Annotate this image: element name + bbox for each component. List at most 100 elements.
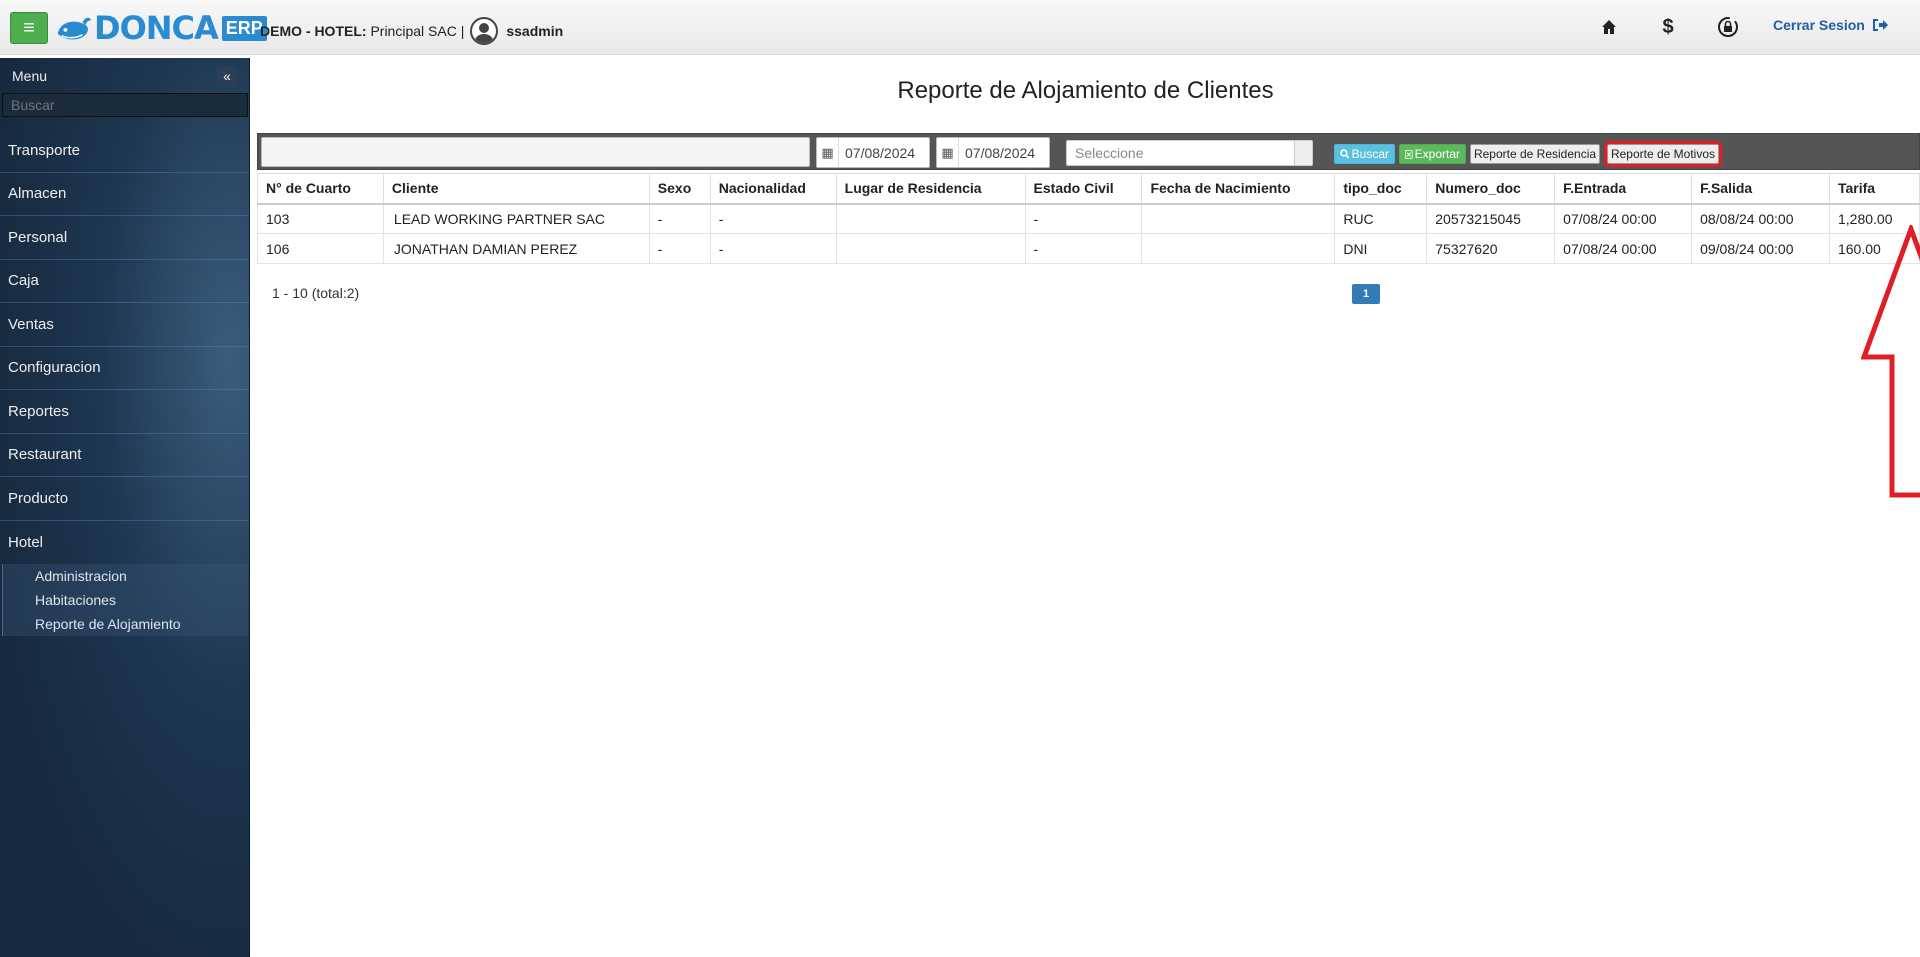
- sidebar-item-label: Ventas: [8, 315, 54, 333]
- submenu-item-habitaciones[interactable]: Habitaciones: [3, 588, 248, 612]
- date-from-field[interactable]: ▦ 07/08/2024: [816, 137, 930, 168]
- table-cell: 75327620: [1426, 233, 1556, 264]
- sidebar-item-label: Personal: [8, 228, 68, 246]
- lock-icon: [1718, 17, 1738, 37]
- company-info: DEMO - HOTEL: Principal SAC | ssadmin: [260, 17, 563, 45]
- motivo-select[interactable]: Seleccione: [1066, 140, 1313, 166]
- calendar-icon: ▦: [937, 138, 959, 167]
- double-chevron-left-icon: «: [223, 67, 231, 84]
- submenu-item-label: Reporte de Alojamiento: [35, 616, 181, 632]
- logo-text: DONCA: [94, 9, 219, 47]
- annotation-arrow-icon: [1861, 225, 1920, 498]
- excel-icon: [1405, 149, 1413, 159]
- column-header[interactable]: tipo_doc: [1334, 173, 1428, 205]
- reporte-motivos-label: Reporte de Motivos: [1610, 147, 1716, 161]
- alojamiento-table: N° de Cuarto Cliente Sexo Nacionalidad L…: [257, 173, 1920, 264]
- home-button[interactable]: [1596, 14, 1622, 40]
- sidebar-item-caja[interactable]: Caja: [0, 260, 249, 303]
- pagination-page-button[interactable]: 1: [1352, 284, 1380, 304]
- submenu-item-administracion[interactable]: Administracion: [3, 564, 248, 588]
- reporte-residencia-button[interactable]: Reporte de Residencia: [1470, 144, 1600, 164]
- column-header[interactable]: Cliente: [382, 173, 650, 205]
- buscar-label: Buscar: [1351, 147, 1389, 161]
- company-prefix: DEMO - HOTEL:: [260, 23, 367, 39]
- sidebar-item-label: Reportes: [8, 402, 69, 420]
- hamburger-menu-button[interactable]: ≡: [10, 12, 48, 44]
- search-icon: [1340, 149, 1350, 159]
- sidebar-header: Menu «: [0, 58, 249, 93]
- logout-link[interactable]: Cerrar Sesion: [1773, 17, 1889, 33]
- collapse-sidebar-button[interactable]: «: [217, 65, 237, 86]
- table-cell: [1141, 233, 1336, 264]
- column-header[interactable]: N° de Cuarto: [257, 173, 384, 205]
- table-row[interactable]: 103 LEAD WORKING PARTNER SAC - - - RUC 2…: [257, 203, 1920, 234]
- select-arrow-icon: [1294, 141, 1312, 165]
- column-header[interactable]: Sexo: [648, 173, 711, 205]
- sidebar-item-transporte[interactable]: Transporte: [0, 129, 249, 173]
- sidebar-item-label: Transporte: [8, 141, 80, 159]
- reporte-residencia-label: Reporte de Residencia: [1473, 147, 1597, 161]
- sidebar-item-almacen[interactable]: Almacen: [0, 173, 249, 216]
- sidebar-item-configuracion[interactable]: Configuracion: [0, 347, 249, 390]
- reporte-motivos-button[interactable]: Reporte de Motivos: [1604, 141, 1722, 167]
- column-header[interactable]: Lugar de Residencia: [835, 173, 1026, 205]
- table-cell: RUC: [1334, 203, 1428, 234]
- sidebar-title: Menu: [12, 67, 48, 84]
- date-to-value: 07/08/2024: [965, 144, 1036, 161]
- app-logo[interactable]: DONCA ERP: [54, 8, 267, 48]
- sidebar-search-input[interactable]: [2, 93, 248, 117]
- lock-button[interactable]: [1715, 14, 1741, 40]
- hotel-submenu: Administracion Habitaciones Reporte de A…: [2, 564, 248, 636]
- submenu-item-label: Habitaciones: [35, 592, 116, 608]
- home-icon: [1602, 20, 1616, 34]
- sidebar-item-ventas[interactable]: Ventas: [0, 303, 249, 347]
- column-header[interactable]: Nacionalidad: [709, 173, 837, 205]
- table-cell: 103: [257, 203, 384, 234]
- table-cell: 09/08/24 00:00: [1691, 233, 1830, 264]
- main-content: Reporte de Alojamiento de Clientes ▦ 07/…: [251, 55, 1920, 957]
- exportar-button[interactable]: Exportar: [1399, 144, 1466, 164]
- buscar-button[interactable]: Buscar: [1334, 144, 1395, 164]
- column-header[interactable]: Numero_doc: [1426, 173, 1556, 205]
- column-header[interactable]: Tarifa: [1828, 173, 1920, 205]
- sidebar-item-reportes[interactable]: Reportes: [0, 390, 249, 434]
- table-cell: [835, 233, 1026, 264]
- whale-logo-icon: [57, 17, 92, 40]
- column-header[interactable]: Fecha de Nacimiento: [1141, 173, 1336, 205]
- column-header[interactable]: Estado Civil: [1024, 173, 1143, 205]
- table-cell: -: [1024, 203, 1143, 234]
- sidebar-item-hotel[interactable]: Hotel: [0, 521, 249, 565]
- top-navbar: ≡ DONCA ERP DEMO - HOTEL: Principal SAC …: [0, 0, 1920, 55]
- sidebar-item-label: Almacen: [8, 185, 67, 203]
- table-cell: 20573215045: [1426, 203, 1556, 234]
- sidebar-item-producto[interactable]: Producto: [0, 477, 249, 521]
- avatar-icon: [470, 17, 499, 45]
- hamburger-icon: ≡: [23, 16, 35, 39]
- cash-button[interactable]: $: [1655, 14, 1681, 40]
- sidebar-item-label: Caja: [8, 272, 39, 290]
- date-to-field[interactable]: ▦ 07/08/2024: [936, 137, 1050, 168]
- username: ssadmin: [506, 23, 564, 39]
- table-cell: 106: [257, 233, 384, 264]
- dollar-icon: $: [1662, 15, 1674, 38]
- sidebar-item-restaurant[interactable]: Restaurant: [0, 434, 249, 477]
- search-client-input[interactable]: [261, 137, 810, 167]
- table-row[interactable]: 106 JONATHAN DAMIAN PEREZ - - - DNI 7532…: [257, 233, 1920, 264]
- sidebar-item-personal[interactable]: Personal: [0, 216, 249, 260]
- table-cell: 07/08/24 00:00: [1554, 203, 1693, 234]
- sidebar-menu: Transporte Almacen Personal Caja Ventas …: [0, 129, 249, 564]
- submenu-item-label: Administracion: [35, 568, 127, 584]
- submenu-item-reporte-alojamiento[interactable]: Reporte de Alojamiento: [3, 612, 248, 636]
- calendar-icon: ▦: [817, 138, 839, 167]
- table-cell: -: [709, 233, 837, 264]
- column-header[interactable]: F.Entrada: [1554, 173, 1693, 205]
- page-title: Reporte de Alojamiento de Clientes: [897, 77, 1274, 104]
- column-header[interactable]: F.Salida: [1691, 173, 1830, 205]
- table-header-row: N° de Cuarto Cliente Sexo Nacionalidad L…: [257, 173, 1920, 205]
- table-cell: JONATHAN DAMIAN PEREZ: [382, 233, 650, 264]
- select-placeholder: Seleccione: [1075, 145, 1144, 161]
- exportar-label: Exportar: [1414, 147, 1460, 161]
- table-cell: -: [1024, 233, 1143, 264]
- table-cell: -: [709, 203, 837, 234]
- logout-icon: [1872, 19, 1888, 31]
